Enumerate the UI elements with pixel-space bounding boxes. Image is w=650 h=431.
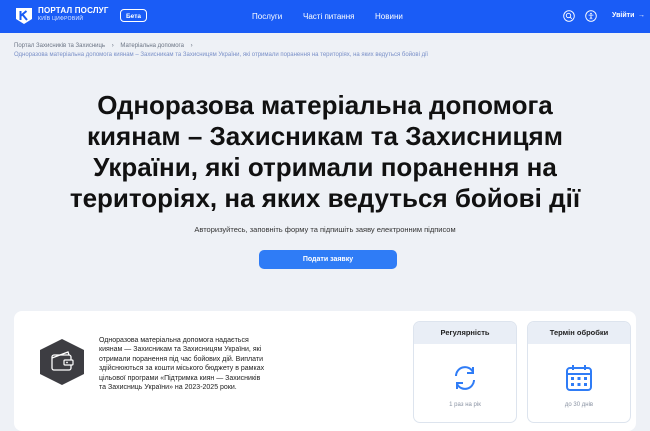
description-line: здійснюються за кошти міського бюджету в…	[99, 365, 265, 373]
kyiv-logo-icon[interactable]	[14, 6, 34, 26]
login-button[interactable]: Увійти	[612, 12, 634, 19]
brand-subtitle: КИЇВ ЦИФРОВИЙ	[38, 16, 84, 22]
page-subtitle: Авторизуйтесь, заповніть форму та підпиш…	[194, 225, 456, 234]
login-arrow-icon[interactable]: →	[638, 12, 645, 19]
service-description: Одноразова матеріальна допомога надаєтьс…	[99, 336, 304, 392]
breadcrumb-current-page: Одноразова матеріальна допомога киянам –…	[14, 52, 429, 58]
breadcrumb-material-aid[interactable]: Матеріальна допомога	[120, 43, 184, 49]
regularity-value: 1 раз на рік	[449, 402, 481, 408]
nav-faq[interactable]: Часті питання	[303, 12, 354, 21]
repeat-icon	[455, 366, 475, 390]
description-line: отримали поранення під час бойових дій. …	[99, 355, 263, 363]
search-icon[interactable]	[563, 10, 575, 22]
breadcrumb-separator-icon: ›	[111, 43, 114, 49]
page-title: Одноразова матеріальна допомога киянам –…	[14, 90, 636, 214]
nav-news[interactable]: Новини	[375, 12, 403, 21]
calendar-icon	[566, 365, 592, 391]
accessibility-icon[interactable]	[585, 10, 597, 22]
breadcrumb-separator-icon: ›	[190, 43, 193, 49]
nav-services[interactable]: Послуги	[252, 12, 282, 21]
description-line: цільової програми «Підтримка киян — Захи…	[99, 374, 261, 382]
top-navigation-bar: ПОРТАЛ ПОСЛУГ КИЇВ ЦИФРОВИЙ Бета Послуги…	[0, 0, 650, 33]
page-title-line: України, які отримали поранення на	[93, 152, 557, 182]
wallet-badge-icon	[40, 339, 84, 385]
regularity-title: Регулярність	[414, 322, 516, 344]
submit-application-button[interactable]: Подати заявку	[259, 250, 397, 269]
beta-badge: Бета	[120, 9, 147, 22]
page-title-line: Одноразова матеріальна допомога	[97, 90, 553, 120]
breadcrumb-defenders-portal[interactable]: Портал Захисників та Захисниць	[14, 43, 105, 49]
description-line: киянам — Захисникам та Захисницям Україн…	[99, 346, 262, 354]
description-line: Одноразова матеріальна допомога надаєтьс…	[99, 337, 249, 344]
portal-brand[interactable]: ПОРТАЛ ПОСЛУГ КИЇВ ЦИФРОВИЙ	[38, 7, 109, 22]
brand-title: ПОРТАЛ ПОСЛУГ	[38, 6, 109, 15]
processing-time-value: до 30 днів	[564, 402, 594, 408]
processing-time-card: Термін обробки до 30 днів	[528, 322, 630, 422]
page-title-line: територіях, на яких ведуться бойові дії	[69, 183, 581, 213]
processing-time-title: Термін обробки	[528, 322, 630, 344]
description-line: та Захисниць України» на 2023-2025 роки.	[99, 384, 237, 392]
breadcrumb: Портал Захисників та Захисниць › Матеріа…	[14, 42, 428, 60]
regularity-card: Регулярність 1 раз на рік	[414, 322, 516, 422]
page-title-line: киянам – Захисникам та Захисницям	[87, 121, 563, 151]
